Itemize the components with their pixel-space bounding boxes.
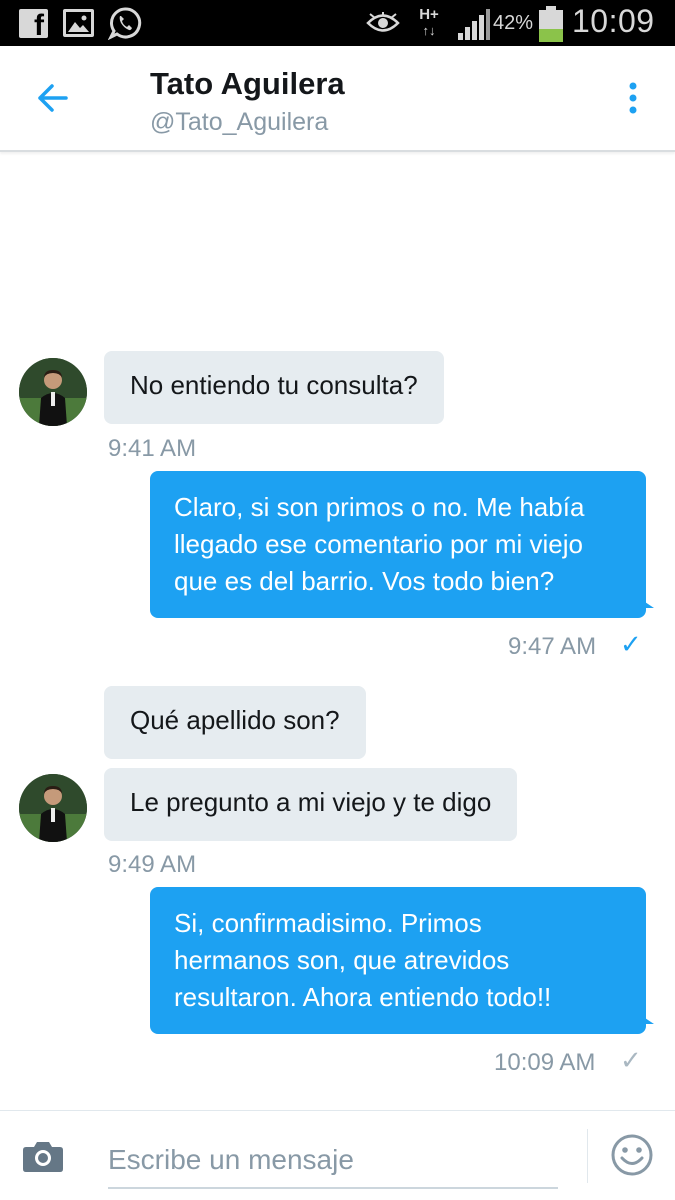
avatar[interactable] [19, 774, 87, 842]
gallery-icon [63, 9, 94, 37]
battery-percent: 42% [493, 12, 534, 34]
arrow-left-icon[interactable] [30, 78, 74, 118]
conversation-header: Tato Aguilera @Tato_Aguilera [0, 46, 675, 152]
battery-fill [539, 29, 563, 42]
message-input[interactable] [108, 1133, 558, 1189]
message-timestamp: 9:49 AM [108, 851, 197, 878]
message-text: Le pregunto a mi viejo y te digo [130, 787, 492, 817]
message-text: Qué apellido son? [130, 705, 340, 735]
message-line: llegado ese comentario por mi viejo [174, 529, 583, 559]
contact-name[interactable]: Tato Aguilera [150, 66, 345, 102]
status-time: 10:09 [572, 3, 655, 39]
outgoing-message[interactable]: Si, confirmadisimo. Primos hermanos son,… [150, 887, 654, 1034]
message-line: hermanos son, que atrevidos [174, 945, 510, 975]
incoming-message[interactable]: Qué apellido son? [104, 686, 366, 759]
composer-divider [587, 1129, 588, 1183]
message-line: Claro, si son primos o no. Me había [174, 492, 585, 522]
incoming-message[interactable]: Le pregunto a mi viejo y te digo [104, 768, 518, 841]
more-vertical-icon[interactable] [620, 80, 646, 120]
facebook-icon: f [19, 9, 48, 42]
avatar[interactable] [19, 358, 87, 426]
network-type: H+ [419, 6, 439, 23]
emoji-icon[interactable] [610, 1133, 654, 1177]
outgoing-message[interactable]: Claro, si son primos o no. Me había lleg… [150, 471, 654, 618]
status-bar: f H+ ↑↓ 42% 10:09 [0, 0, 675, 46]
data-hplus-icon: H+ ↑↓ [419, 6, 439, 38]
contact-handle[interactable]: @Tato_Aguilera [150, 108, 328, 137]
read-check-icon: ✓ [620, 630, 642, 660]
incoming-message[interactable]: No entiendo tu consulta? [104, 351, 444, 424]
message-line: resultaron. Ahora entiendo todo!! [174, 982, 552, 1012]
eye-icon [366, 12, 400, 32]
message-composer [0, 1110, 675, 1200]
message-text: No entiendo tu consulta? [130, 370, 418, 400]
message-timestamp: 10:09 AM [494, 1049, 596, 1076]
message-line: Si, confirmadisimo. Primos [174, 908, 482, 938]
whatsapp-icon [108, 7, 142, 40]
message-timestamp: 9:47 AM [508, 633, 597, 660]
signal-icon [458, 9, 490, 40]
message-line: que es del barrio. Vos todo bien? [174, 566, 555, 596]
camera-icon[interactable] [22, 1139, 64, 1173]
battery-icon [539, 6, 563, 42]
message-timestamp: 9:41 AM [108, 435, 197, 462]
sent-check-icon: ✓ [620, 1046, 642, 1076]
